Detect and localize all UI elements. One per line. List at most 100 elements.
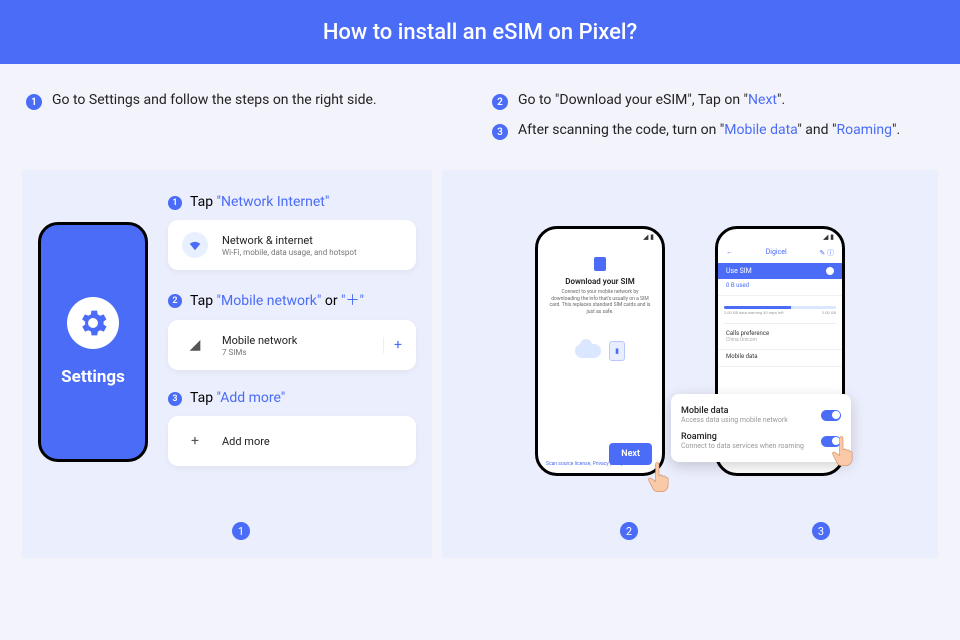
card-text: Add more <box>222 435 402 448</box>
highlight: "＋" <box>341 293 364 309</box>
card-text: Network & internet Wi-Fi, mobile, data u… <box>222 234 402 257</box>
intro-step-3: 3 After scanning the code, turn on "Mobi… <box>492 122 934 140</box>
add-more-card[interactable]: + Add more <box>168 416 416 466</box>
network-internet-card[interactable]: Network & internet Wi-Fi, mobile, data u… <box>168 220 416 270</box>
badge-3: 3 <box>492 124 508 140</box>
toggle-overlay: Mobile dataAccess data using mobile netw… <box>671 394 851 462</box>
mobile-data-toggle-row[interactable]: Mobile dataAccess data using mobile netw… <box>681 402 841 428</box>
page-title: How to install an eSIM on Pixel? <box>323 20 637 45</box>
use-sim-row[interactable]: Use SIM <box>718 263 842 279</box>
settings-label: Settings <box>61 367 125 387</box>
intro-step-1-text: Go to Settings and follow the steps on t… <box>52 92 377 108</box>
toggle-title: Mobile data <box>681 406 788 416</box>
graph-right-label: 2.00 GB <box>822 310 836 315</box>
step-badge-2: 2 <box>168 294 182 308</box>
panel-left: Settings 1 Tap "Network Internet" Networ… <box>22 170 432 558</box>
card-text: Mobile network 7 SIMs <box>222 334 369 357</box>
roaming-toggle-row[interactable]: RoamingConnect to data services when roa… <box>681 428 841 454</box>
panel-right: ◢ ▮ Download your SIM Connect to your mo… <box>442 170 938 558</box>
step-3-text: Tap "Add more" <box>190 390 285 406</box>
download-sim-content: Download your SIM Connect to your mobile… <box>538 245 662 393</box>
data-graph: 2.00 GB data warning 30 days left 2.00 GB <box>724 306 836 324</box>
step-3-head: 3 Tap "Add more" <box>168 390 416 406</box>
phone-download-sim: ◢ ▮ Download your SIM Connect to your mo… <box>535 226 665 476</box>
intro-step-2-text: Go to "Download your eSIM", Tap on "Next… <box>518 92 785 108</box>
intro-step-1: 1 Go to Settings and follow the steps on… <box>26 92 468 110</box>
steps-column: 1 Tap "Network Internet" Network & inter… <box>168 194 416 538</box>
download-text: Connect to your mobile network by downlo… <box>548 289 652 315</box>
use-sim-label: Use SIM <box>726 267 752 275</box>
card-title: Mobile network <box>222 334 369 347</box>
phone-2-wrap: ◢ ▮ Download your SIM Connect to your mo… <box>535 226 665 476</box>
signal-icon: ◢ <box>182 332 208 358</box>
sim-card-icon: ▮ <box>609 341 625 361</box>
panel-badge-3: 3 <box>812 522 830 540</box>
wifi-icon <box>182 232 208 258</box>
carrier-name: Digicel <box>766 248 787 258</box>
cloud-illustration: ▮ <box>575 341 625 361</box>
panel-badge-1: 1 <box>232 522 250 540</box>
step-2-text: Tap "Mobile network" or "＋" <box>190 290 364 310</box>
card-title: Network & internet <box>222 234 402 247</box>
text: Go to "Download your eSIM", Tap on " <box>518 92 748 108</box>
highlight: "Network Internet" <box>217 194 330 210</box>
toggle-sub: Connect to data services when roaming <box>681 442 804 450</box>
graph-left-label: 2.00 GB data warning 30 days left <box>724 310 784 315</box>
row-title: Calls preference <box>726 330 834 337</box>
traffic-row: 0 B used <box>718 279 842 296</box>
text: Tap <box>190 293 217 309</box>
toggle-title: Roaming <box>681 432 804 442</box>
row-sub: China Unicom <box>726 337 834 343</box>
row-title: Mobile data <box>726 353 834 360</box>
text: or <box>321 293 341 309</box>
phone-settings-mock: Settings <box>38 222 148 462</box>
toggle-on-icon <box>826 267 834 275</box>
text: ". <box>892 122 900 138</box>
statusbar: ◢ ▮ <box>538 229 662 245</box>
intro-step-2: 2 Go to "Download your eSIM", Tap on "Ne… <box>492 92 934 110</box>
intro-right: 2 Go to "Download your eSIM", Tap on "Ne… <box>492 92 934 152</box>
text: ". <box>777 92 785 108</box>
card-title: Add more <box>222 435 402 448</box>
plus-icon: + <box>182 428 208 454</box>
text: Tap <box>190 194 217 210</box>
gear-icon <box>67 297 119 349</box>
panels: Settings 1 Tap "Network Internet" Networ… <box>0 170 960 558</box>
intro-left: 1 Go to Settings and follow the steps on… <box>26 92 468 152</box>
card-sub: 7 SIMs <box>222 348 369 357</box>
text: Tap <box>190 390 217 406</box>
toggle-sub: Access data using mobile network <box>681 416 788 424</box>
step-2: 2 Tap "Mobile network" or "＋" ◢ Mobile n… <box>168 290 416 370</box>
card-sub: Wi-Fi, mobile, data usage, and hotspot <box>222 248 402 257</box>
intro-step-3-text: After scanning the code, turn on "Mobile… <box>518 122 900 138</box>
step-2-head: 2 Tap "Mobile network" or "＋" <box>168 290 416 310</box>
carrier-row: ←Digicel✎ ⓘ <box>718 245 842 261</box>
intro-section: 1 Go to Settings and follow the steps on… <box>0 64 960 170</box>
phone-3-wrap: ◢ ▮ ←Digicel✎ ⓘ Use SIM 0 B used 2.00 GB… <box>715 226 845 476</box>
header: How to install an eSIM on Pixel? <box>0 0 960 64</box>
highlight: "Add more" <box>217 390 286 406</box>
badge-1: 1 <box>26 94 42 110</box>
roaming-link: Roaming <box>836 122 892 138</box>
text: " and " <box>797 122 836 138</box>
plus-icon[interactable]: + <box>383 337 402 353</box>
mobile-network-card[interactable]: ◢ Mobile network 7 SIMs + <box>168 320 416 370</box>
step-1-head: 1 Tap "Network Internet" <box>168 194 416 210</box>
badge-2: 2 <box>492 94 508 110</box>
step-badge-1: 1 <box>168 196 182 210</box>
toggle-on-icon[interactable] <box>821 436 841 447</box>
mobile-data-row[interactable]: Mobile data <box>718 350 842 367</box>
text: After scanning the code, turn on " <box>518 122 724 138</box>
step-1-text: Tap "Network Internet" <box>190 194 329 210</box>
toggle-on-icon[interactable] <box>821 410 841 421</box>
next-button[interactable]: Next <box>609 443 652 465</box>
download-title: Download your SIM <box>565 277 634 286</box>
step-badge-3: 3 <box>168 392 182 406</box>
mobile-data-link: Mobile data <box>724 122 797 138</box>
statusbar: ◢ ▮ <box>718 229 842 245</box>
cloud-icon <box>575 344 601 358</box>
step-3: 3 Tap "Add more" + Add more <box>168 390 416 466</box>
step-1: 1 Tap "Network Internet" Network & inter… <box>168 194 416 270</box>
calls-pref-row[interactable]: Calls preferenceChina Unicom <box>718 327 842 350</box>
sim-icon <box>594 257 606 271</box>
